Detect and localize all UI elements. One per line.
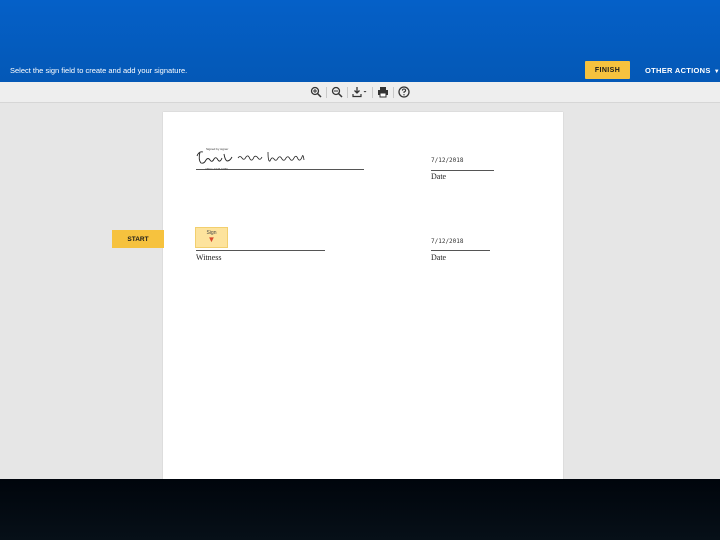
handwritten-signature	[196, 151, 305, 164]
toolbar-divider	[393, 86, 394, 98]
witness-date: 7/12/2018	[431, 238, 464, 245]
top-header-bar: Select the sign field to create and add …	[0, 0, 720, 82]
bottom-bar	[0, 479, 720, 540]
zoom-in-button[interactable]	[310, 85, 322, 99]
download-button[interactable]	[352, 85, 368, 99]
toolbar-divider	[326, 86, 327, 98]
print-icon	[378, 87, 388, 98]
other-actions-menu[interactable]: OTHER ACTIONS ▼	[645, 66, 720, 75]
document-page: Signed by signer ABC1 2345 6789 7/12/201…	[163, 112, 563, 480]
finish-button[interactable]: FINISH	[585, 61, 630, 79]
zoom-in-icon	[310, 86, 322, 98]
signature-caption: ABC1 2345 6789	[205, 167, 228, 171]
download-icon	[352, 87, 367, 98]
document-toolbar	[0, 82, 720, 103]
zoom-out-button[interactable]	[331, 85, 343, 99]
witness-line	[196, 250, 325, 251]
witness-label: Witness	[196, 253, 222, 262]
sign-field[interactable]: Sign ▼	[195, 227, 228, 248]
other-actions-label: OTHER ACTIONS	[645, 66, 711, 75]
help-icon	[398, 86, 410, 98]
print-button[interactable]	[377, 85, 389, 99]
start-button[interactable]: START	[112, 230, 164, 248]
signed-date: 7/12/2018	[431, 157, 464, 164]
help-button[interactable]	[398, 85, 410, 99]
toolbar-divider	[347, 86, 348, 98]
witness-date-label: Date	[431, 253, 447, 262]
date-label: Date	[431, 172, 447, 181]
instruction-text: Select the sign field to create and add …	[10, 66, 188, 75]
arrow-down-icon: ▼	[207, 235, 216, 244]
chevron-down-icon: ▼	[713, 69, 720, 75]
witness-date-line	[431, 250, 490, 251]
zoom-out-icon	[331, 86, 343, 98]
date-line	[431, 170, 494, 171]
toolbar-divider	[372, 86, 373, 98]
